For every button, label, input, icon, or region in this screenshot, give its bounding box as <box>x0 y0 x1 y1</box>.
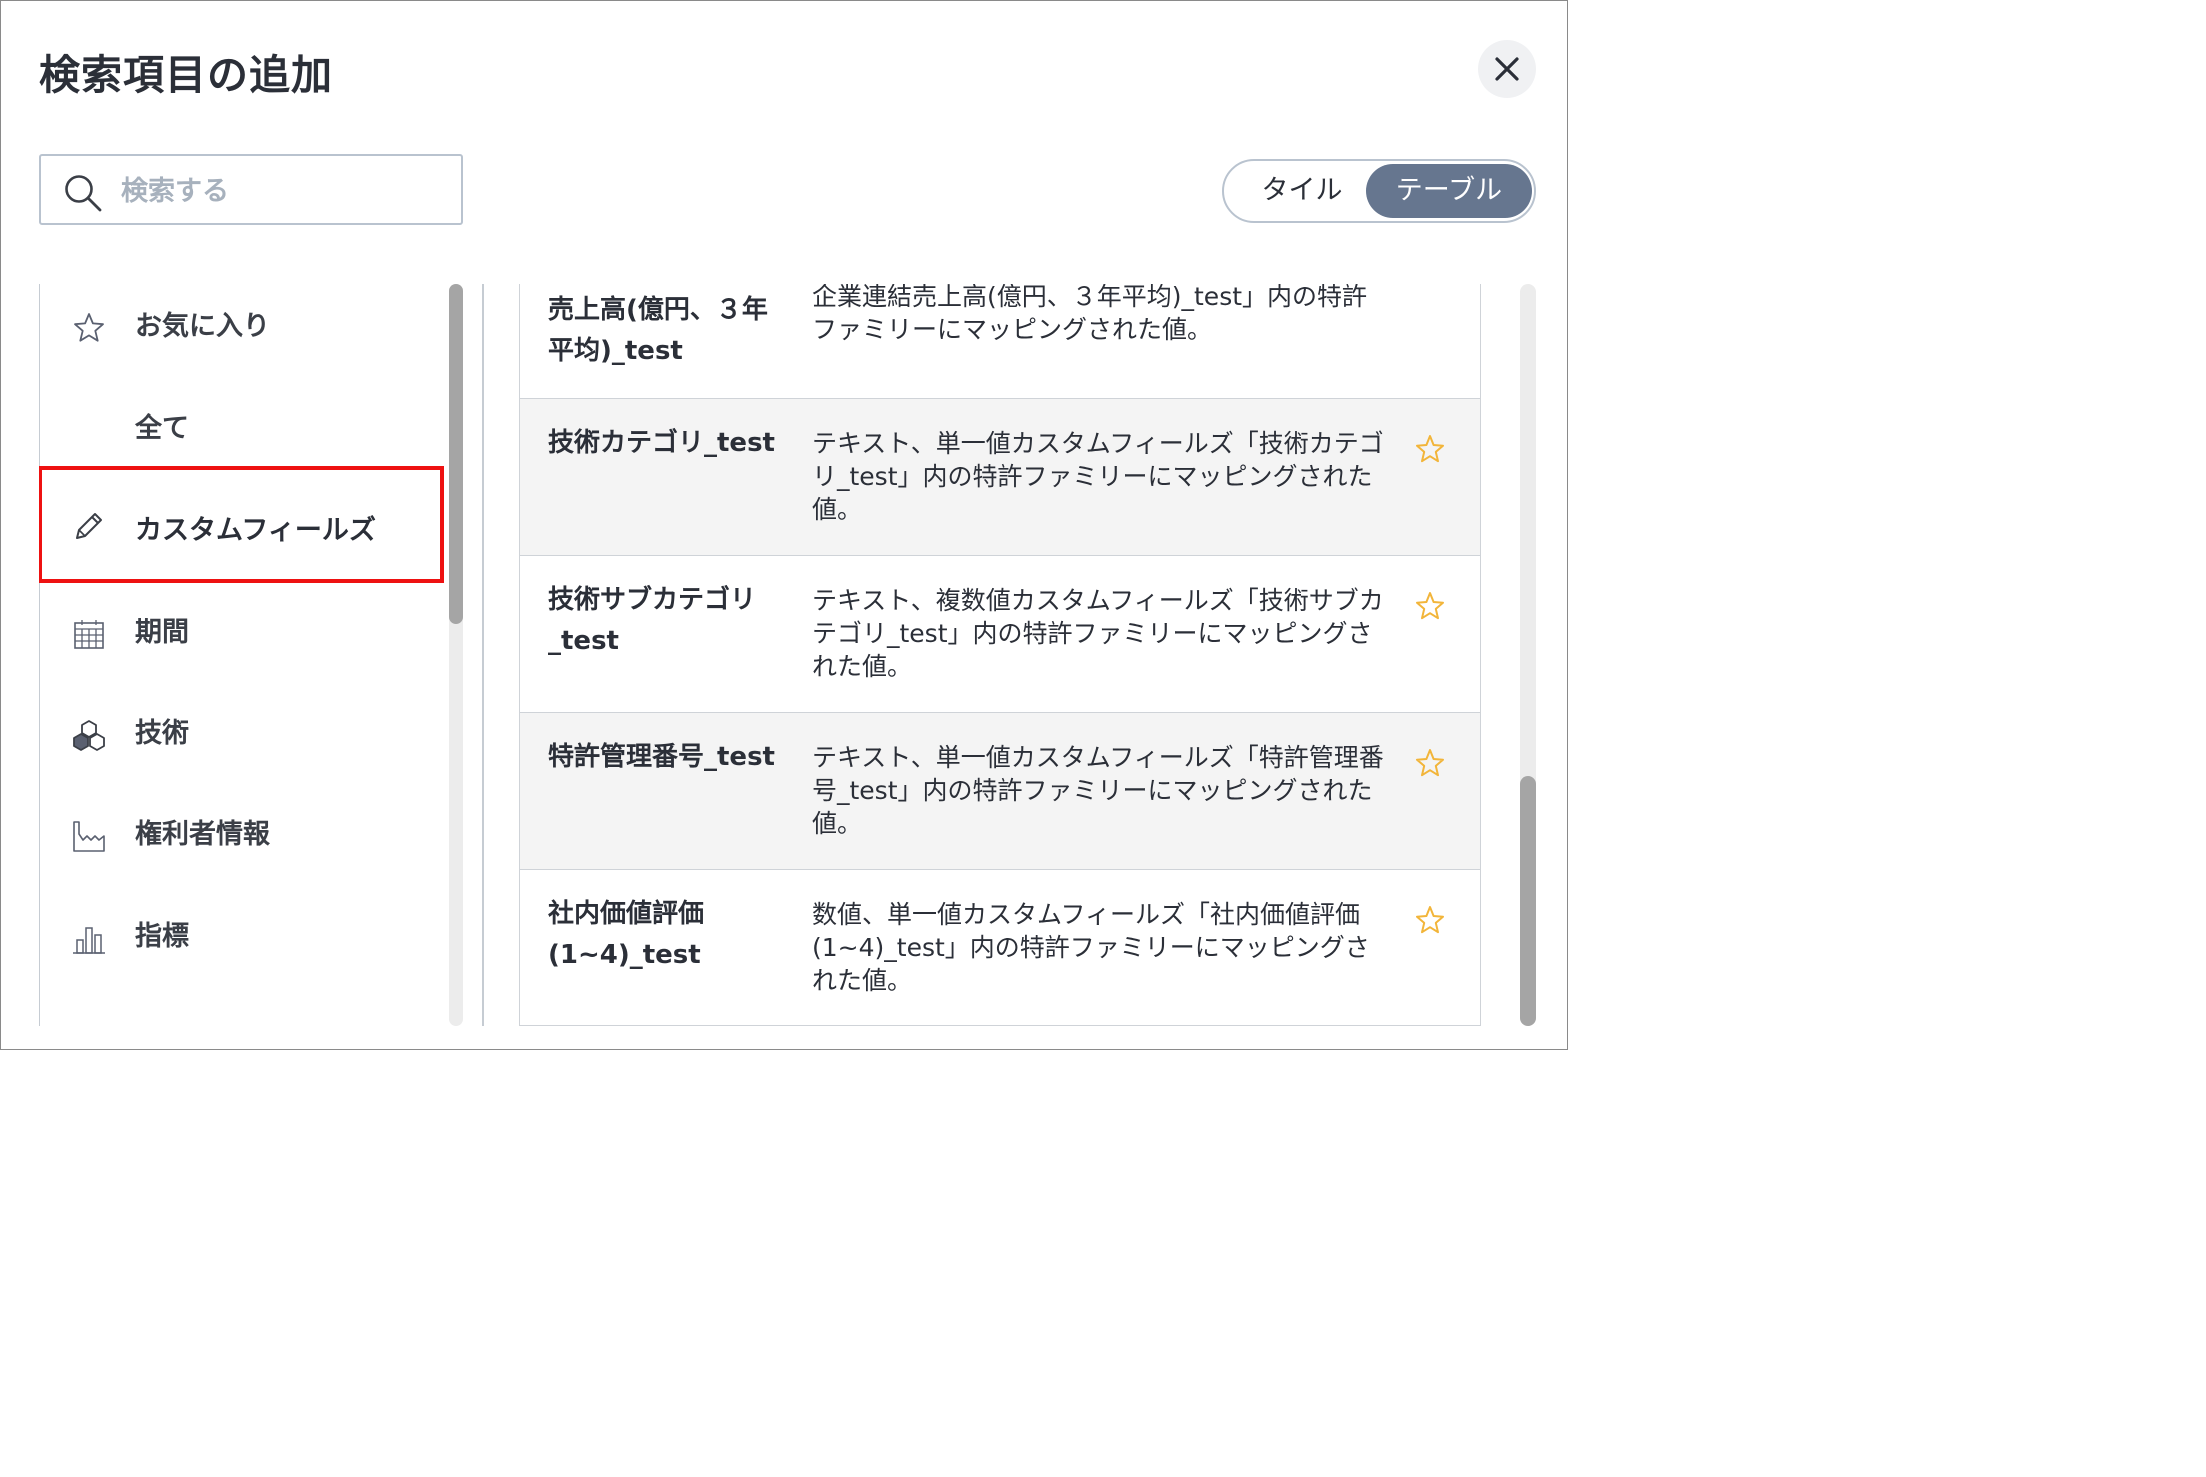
cubes-icon <box>73 720 105 751</box>
field-description: テキスト、単一値カスタムフィールズ「技術カテゴリ_test」内の特許ファミリーに… <box>812 429 1384 524</box>
dialog-title: 検索項目の追加 <box>39 51 333 99</box>
star-outline-icon <box>74 313 104 342</box>
factory-icon <box>73 821 105 852</box>
view-toggle: タイル テーブル <box>1222 159 1536 223</box>
sidebar-item-assignee-info[interactable]: 権利者情報 <box>39 792 439 892</box>
sidebar-scrollbar-thumb[interactable] <box>449 284 463 624</box>
tile-view-option[interactable]: タイル <box>1232 164 1372 218</box>
sidebar-scrollbar[interactable] <box>449 284 463 1026</box>
field-list: 売上高(億円、３年平均)_test 企業連結売上高(億円、３年平均)_test」… <box>519 284 1483 1026</box>
field-name: 売上高(億円、３年平均)_test <box>548 295 768 366</box>
sidebar-item-label: 指標 <box>135 921 189 952</box>
search-input[interactable] <box>119 168 453 214</box>
sidebar-item-custom-fields[interactable]: カスタムフィールズ <box>39 466 444 583</box>
field-list-scrollbar-thumb[interactable] <box>1520 776 1536 1026</box>
list-item[interactable]: 技術カテゴリ_test テキスト、単一値カスタムフィールズ「技術カテゴリ_tes… <box>519 399 1481 556</box>
field-description: 数値、単一値カスタムフィールズ「社内価値評価(1~4)_test」内の特許ファミ… <box>812 900 1370 995</box>
category-sidebar: お気に入り 全て カスタムフィールズ 期間 技術 権利者情報 指標 <box>39 284 449 1026</box>
field-description: テキスト、複数値カスタムフィールズ「技術サブカテゴリ_test」内の特許ファミリ… <box>812 586 1384 681</box>
pencil-icon <box>76 513 102 539</box>
search-icon <box>65 175 102 212</box>
field-list-scrollbar[interactable] <box>1520 284 1536 1026</box>
star-outline-icon[interactable] <box>1413 590 1447 624</box>
sidebar-item-label: 権利者情報 <box>135 819 270 850</box>
field-name: 技術サブカテゴリ_test <box>548 585 757 656</box>
table-view-option[interactable]: テーブル <box>1366 164 1532 218</box>
sidebar-item-label: お気に入り <box>135 311 270 342</box>
list-item[interactable]: 技術サブカテゴリ_test テキスト、複数値カスタムフィールズ「技術サブカテゴリ… <box>519 556 1481 713</box>
search-box[interactable] <box>39 154 463 225</box>
field-name: 社内価値評価(1~4)_test <box>548 899 705 970</box>
add-search-field-dialog: 検索項目の追加 タイル テーブル お気に入り 全て <box>0 0 1568 1050</box>
panel-divider <box>482 284 484 1026</box>
sidebar-item-label: 技術 <box>135 718 189 749</box>
bar-chart-icon <box>73 927 105 954</box>
sidebar-item-label: カスタムフィールズ <box>135 515 376 546</box>
star-outline-icon[interactable] <box>1413 904 1447 938</box>
sidebar-item-indicators[interactable]: 指標 <box>39 894 439 994</box>
sidebar-item-label: 全て <box>135 413 189 444</box>
sidebar-item-favorites[interactable]: お気に入り <box>39 284 439 384</box>
list-item[interactable]: 特許管理番号_test テキスト、単一値カスタムフィールズ「特許管理番号_tes… <box>519 713 1481 870</box>
field-description: 企業連結売上高(億円、３年平均)_test」内の特許ファミリーにマッピングされた… <box>812 284 1368 344</box>
sidebar-item-period[interactable]: 期間 <box>39 590 439 690</box>
calendar-icon <box>74 620 104 649</box>
close-icon <box>1495 57 1519 81</box>
star-outline-icon[interactable] <box>1413 747 1447 781</box>
close-button[interactable] <box>1478 40 1536 98</box>
sidebar-item-label: 期間 <box>135 617 189 648</box>
list-item[interactable]: 売上高(億円、３年平均)_test 企業連結売上高(億円、３年平均)_test」… <box>519 284 1481 399</box>
star-outline-icon[interactable] <box>1413 433 1447 467</box>
list-item[interactable]: 社内価値評価(1~4)_test 数値、単一値カスタムフィールズ「社内価値評価(… <box>519 870 1481 1026</box>
field-description: テキスト、単一値カスタムフィールズ「特許管理番号_test」内の特許ファミリーに… <box>812 743 1384 838</box>
sidebar-item-technology[interactable]: 技術 <box>39 691 439 791</box>
field-name: 技術カテゴリ_test <box>548 428 775 458</box>
field-name: 特許管理番号_test <box>548 742 775 772</box>
